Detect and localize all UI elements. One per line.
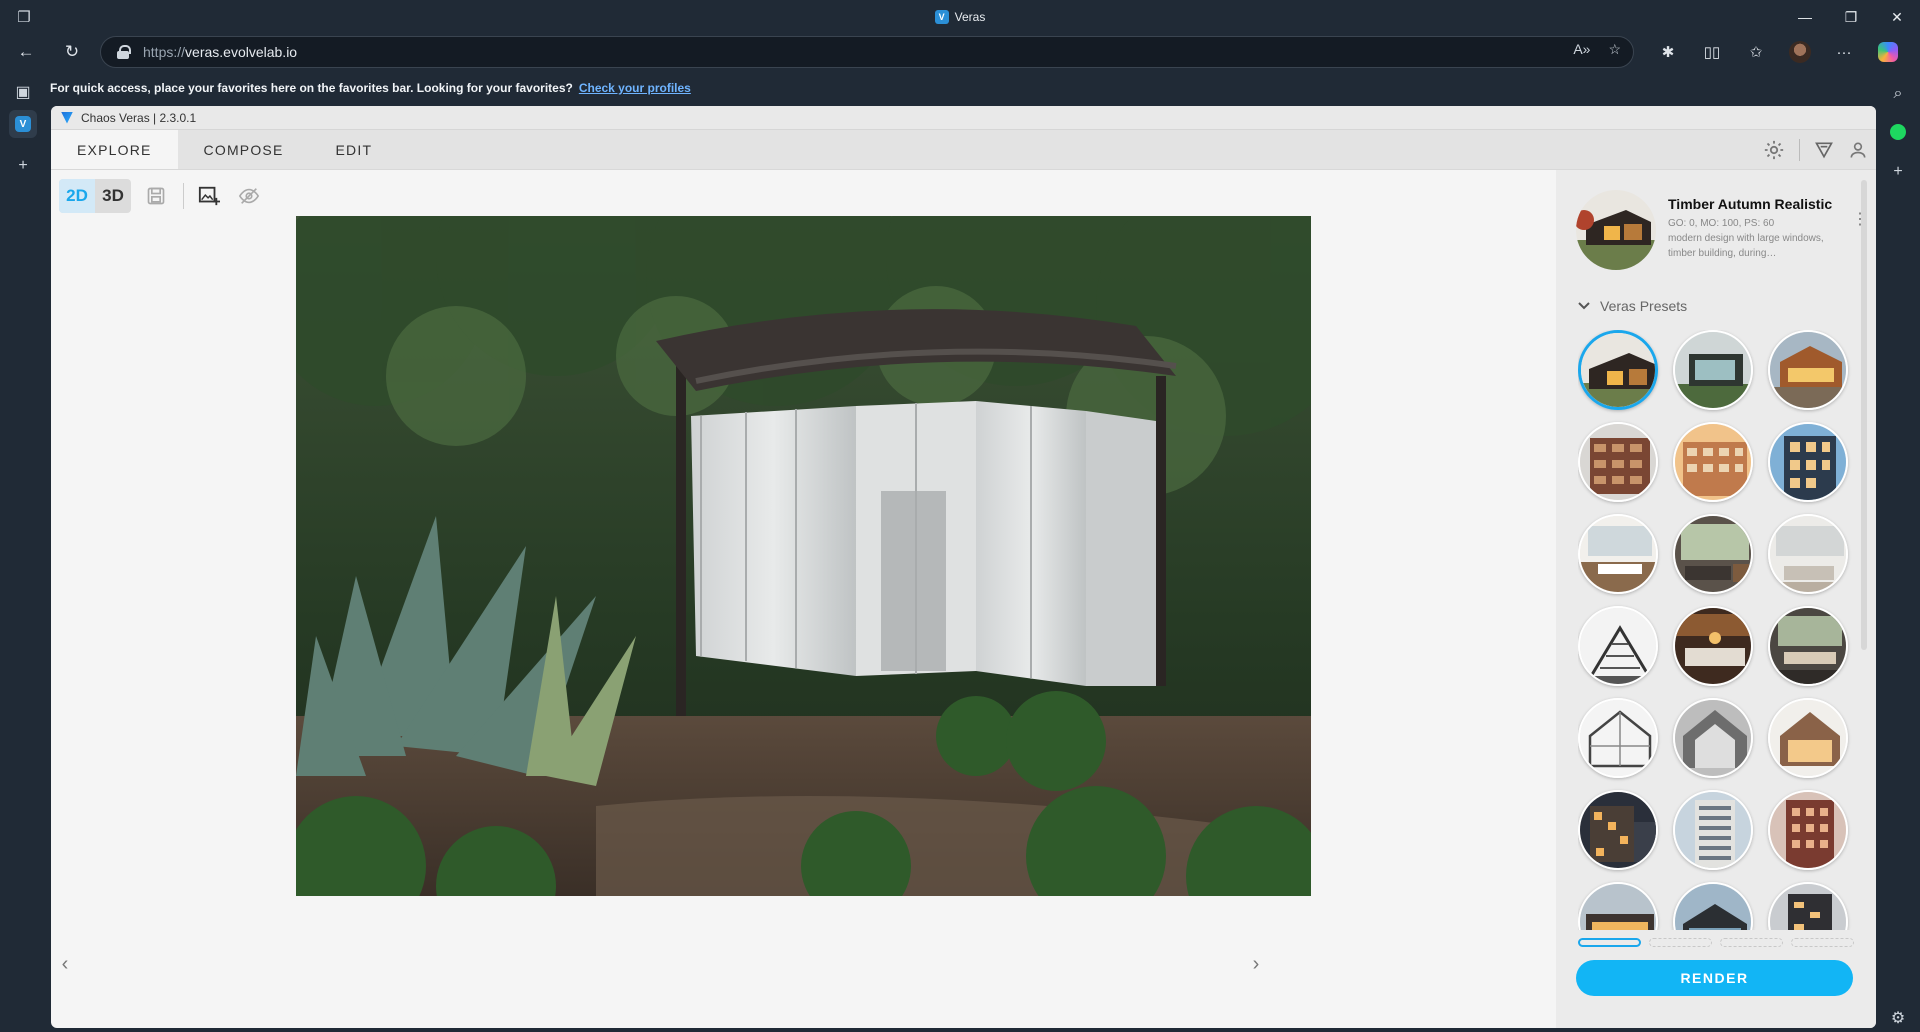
veras-filter-icon[interactable] xyxy=(1814,140,1834,160)
preset-thumbnail[interactable] xyxy=(1578,330,1658,410)
view-toolbar: 2D 3D xyxy=(59,178,264,214)
main-tabs: EXPLORE COMPOSE EDIT xyxy=(51,130,1876,170)
veras-favicon-icon: V xyxy=(934,10,949,24)
preset-thumbnail[interactable] xyxy=(1768,422,1848,502)
selected-preset-description: modern design with large windows, timber… xyxy=(1668,233,1824,259)
veras-app: Chaos Veras | 2.3.0.1 EXPLORE COMPOSE ED… xyxy=(51,106,1876,1028)
view-toolbar-divider xyxy=(183,183,184,209)
preset-thumbnail[interactable] xyxy=(1768,790,1848,870)
veras-logo-icon xyxy=(61,111,73,124)
pager-dot[interactable] xyxy=(1649,938,1712,947)
next-arrow-icon[interactable]: › xyxy=(1246,953,1266,975)
lock-icon xyxy=(117,45,131,59)
check-profiles-link[interactable]: Check your profiles xyxy=(579,81,691,95)
tab-actions-icon[interactable]: ❐ xyxy=(14,7,34,27)
split-screen-icon[interactable]: ▯▯ xyxy=(1698,38,1726,66)
render-image[interactable] xyxy=(296,216,1311,896)
preset-thumbnail[interactable] xyxy=(1578,698,1658,778)
preset-thumbnail[interactable] xyxy=(1578,606,1658,686)
copilot-icon xyxy=(1878,42,1898,62)
address-bar[interactable]: https:// veras.evolvelab.io A» ☆ xyxy=(100,36,1634,68)
add-sidebar-app-icon[interactable]: + xyxy=(1884,158,1912,186)
render-button[interactable]: RENDER xyxy=(1576,960,1853,996)
pager-dot[interactable] xyxy=(1791,938,1854,947)
previous-arrow-icon[interactable]: ‹ xyxy=(55,953,75,975)
settings-gear-icon[interactable] xyxy=(1763,139,1785,161)
preset-thumbnail[interactable] xyxy=(1578,514,1658,594)
save-icon[interactable] xyxy=(141,181,171,211)
preset-thumbnail[interactable] xyxy=(1768,330,1848,410)
preset-thumbnail[interactable] xyxy=(1768,514,1848,594)
spotify-logo xyxy=(1890,124,1906,140)
preset-thumbnail[interactable] xyxy=(1768,606,1848,686)
spotify-icon[interactable] xyxy=(1884,118,1912,146)
favorite-star-icon[interactable]: ☆ xyxy=(1608,41,1621,58)
veras-tab-icon: V xyxy=(15,116,31,132)
browser-titlebar: ❐ V Veras — ❐ ✕ xyxy=(0,0,1920,34)
pager-dot[interactable] xyxy=(1578,938,1641,947)
new-tab-icon[interactable]: + xyxy=(9,152,37,180)
view-mode-toggle: 2D 3D xyxy=(59,179,131,213)
favorites-icon[interactable]: ✩ xyxy=(1742,38,1770,66)
url-protocol: https:// xyxy=(143,44,186,60)
presets-panel: Timber Autumn Realistic GO: 0, MO: 100, … xyxy=(1556,170,1876,1028)
preset-thumbnail[interactable] xyxy=(1673,698,1753,778)
tab-list-icon[interactable]: ▣ xyxy=(9,78,37,106)
search-icon[interactable]: ⌕ xyxy=(1884,80,1912,108)
selected-preset-thumbnail xyxy=(1576,190,1656,270)
restore-icon[interactable]: ❐ xyxy=(1828,0,1874,34)
more-vert-icon[interactable]: ⋮ xyxy=(1852,212,1868,236)
tab-edit[interactable]: EDIT xyxy=(310,130,399,169)
preset-thumbnail[interactable] xyxy=(1768,698,1848,778)
favorites-message: For quick access, place your favorites h… xyxy=(50,81,573,95)
selected-preset-card[interactable]: Timber Autumn Realistic GO: 0, MO: 100, … xyxy=(1576,190,1868,270)
preset-thumbnail[interactable] xyxy=(1673,514,1753,594)
edge-sidebar: ⌕ + ⚙ xyxy=(1876,70,1920,1032)
presets-title: Veras Presets xyxy=(1600,298,1688,314)
preset-thumbnail[interactable] xyxy=(1673,422,1753,502)
profile-avatar[interactable] xyxy=(1786,38,1814,66)
sidebar-settings-icon[interactable]: ⚙ xyxy=(1884,1004,1912,1032)
back-arrow-icon[interactable]: ← xyxy=(12,38,40,66)
url-host: veras.evolvelab.io xyxy=(185,44,298,60)
copilot-button[interactable] xyxy=(1874,38,1902,66)
mode-2d-button[interactable]: 2D xyxy=(59,179,95,213)
more-options-icon[interactable]: ··· xyxy=(1830,38,1858,66)
selected-preset-name: Timber Autumn Realistic xyxy=(1668,196,1833,212)
window-title: Veras xyxy=(954,10,986,24)
presets-grid xyxy=(1578,330,1858,930)
user-account-icon[interactable] xyxy=(1848,140,1868,160)
tab-compose[interactable]: COMPOSE xyxy=(178,130,310,169)
app-titlebar: Chaos Veras | 2.3.0.1 xyxy=(51,106,1876,130)
preset-thumbnail[interactable] xyxy=(1578,422,1658,502)
presets-section-header[interactable]: Veras Presets xyxy=(1578,298,1687,314)
refresh-icon[interactable]: ↻ xyxy=(58,38,86,66)
selected-preset-meta: GO: 0, MO: 100, PS: 60 xyxy=(1668,218,1775,229)
preset-thumbnail[interactable] xyxy=(1578,790,1658,870)
favorites-bar: For quick access, place your favorites h… xyxy=(50,70,1880,106)
mode-3d-button[interactable]: 3D xyxy=(95,179,131,213)
add-image-icon[interactable] xyxy=(194,181,224,211)
vertical-tabs-bar: ▣ V + xyxy=(0,70,46,1032)
preset-thumbnail[interactable] xyxy=(1673,790,1753,870)
preset-thumbnail[interactable] xyxy=(1768,882,1848,930)
avatar xyxy=(1789,41,1811,63)
browser-navbar: ← ↻ https:// veras.evolvelab.io A» ☆ ✱ ▯… xyxy=(0,34,1920,70)
pager-dot[interactable] xyxy=(1720,938,1783,947)
minimize-icon[interactable]: — xyxy=(1782,0,1828,34)
tab-explore[interactable]: EXPLORE xyxy=(51,130,178,169)
presets-pager xyxy=(1578,938,1854,947)
hide-eye-icon[interactable] xyxy=(234,181,264,211)
toolbar-divider xyxy=(1799,139,1800,161)
preset-thumbnail[interactable] xyxy=(1673,330,1753,410)
extensions-icon[interactable]: ✱ xyxy=(1654,38,1682,66)
preset-thumbnail[interactable] xyxy=(1673,882,1753,930)
app-title: Chaos Veras | 2.3.0.1 xyxy=(81,110,197,125)
tab-veras[interactable]: V xyxy=(9,110,37,138)
chevron-down-icon xyxy=(1578,302,1590,310)
close-icon[interactable]: ✕ xyxy=(1874,0,1920,34)
preset-thumbnail[interactable] xyxy=(1578,882,1658,930)
preset-thumbnail[interactable] xyxy=(1673,606,1753,686)
read-aloud-icon[interactable]: A» xyxy=(1573,41,1590,58)
